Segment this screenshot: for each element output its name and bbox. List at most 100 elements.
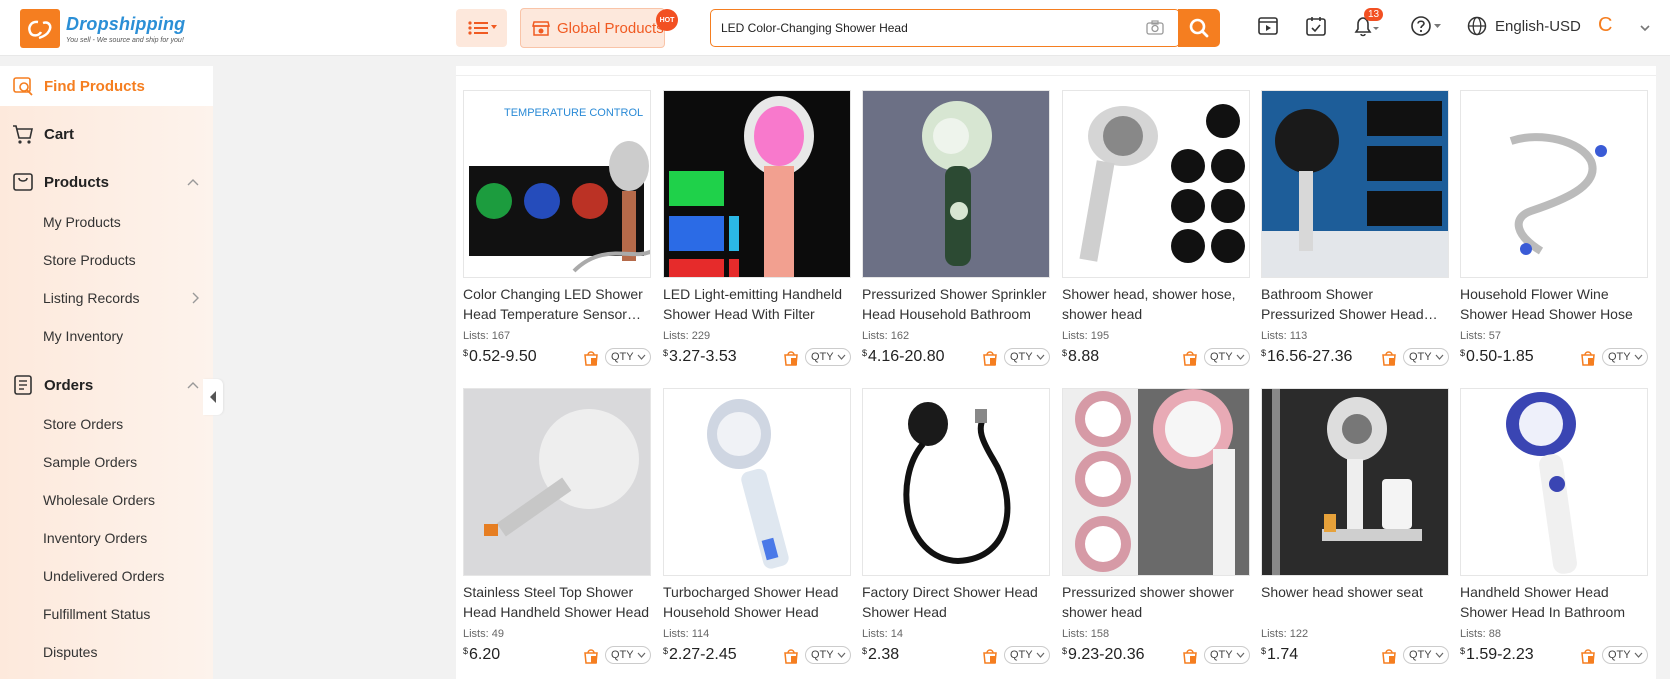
product-image[interactable]: [1460, 90, 1648, 278]
add-to-cart-icon[interactable]: [982, 350, 998, 366]
product-card[interactable]: Shower head, shower hose, shower head Li…: [1062, 90, 1250, 368]
sidebar-item-fulfillment-status[interactable]: Fulfillment Status: [0, 599, 213, 629]
add-to-cart-icon[interactable]: [1182, 648, 1198, 664]
product-title[interactable]: Pressurized Shower Sprinkler Head Househ…: [862, 284, 1050, 324]
global-products-button[interactable]: Global Products: [520, 8, 665, 48]
product-card[interactable]: Bathroom Shower Pressurized Shower Head …: [1261, 90, 1449, 368]
sidebar-item-my-inventory[interactable]: My Inventory: [0, 321, 213, 351]
qty-selector[interactable]: QTY: [1403, 646, 1449, 664]
sidebar-item-disputes[interactable]: Disputes: [0, 637, 213, 667]
sidebar-item-store-products[interactable]: Store Products: [0, 245, 213, 275]
product-image[interactable]: [1062, 388, 1250, 576]
product-image[interactable]: [663, 90, 851, 278]
search-button[interactable]: [1178, 9, 1220, 47]
product-title[interactable]: Turbocharged Shower Head Household Showe…: [663, 582, 851, 622]
add-to-cart-icon[interactable]: [1381, 648, 1397, 664]
product-card[interactable]: Turbocharged Shower Head Household Showe…: [663, 388, 851, 666]
product-card[interactable]: TEMPERATURE CONTROL Color Changing LED S…: [463, 90, 651, 368]
add-to-cart-icon[interactable]: [1381, 350, 1397, 366]
product-image[interactable]: TEMPERATURE CONTROL: [463, 90, 651, 278]
qty-selector[interactable]: QTY: [1602, 348, 1648, 366]
product-card[interactable]: Factory Direct Shower Head Shower Head L…: [862, 388, 1050, 666]
add-to-cart-icon[interactable]: [783, 648, 799, 664]
qty-selector[interactable]: QTY: [805, 348, 851, 366]
product-title[interactable]: Color Changing LED Shower Head Temperatu…: [463, 284, 651, 324]
product-image[interactable]: [1261, 388, 1449, 576]
globe-icon: [1467, 16, 1487, 36]
add-to-cart-icon[interactable]: [1580, 648, 1596, 664]
qty-selector[interactable]: QTY: [1403, 348, 1449, 366]
qty-selector[interactable]: QTY: [1004, 646, 1050, 664]
calendar-check-icon[interactable]: [1305, 15, 1327, 37]
sidebar-item-products[interactable]: Products: [0, 162, 213, 202]
language-selector[interactable]: English-USD: [1467, 16, 1581, 36]
product-title[interactable]: Pressurized shower shower shower head: [1062, 582, 1250, 622]
sidebar: Find Products Cart Products My Products …: [0, 66, 213, 679]
product-title[interactable]: Household Flower Wine Shower Head Shower…: [1460, 284, 1648, 324]
qty-selector[interactable]: QTY: [1204, 348, 1250, 366]
product-image[interactable]: [862, 90, 1050, 278]
product-image[interactable]: [1460, 388, 1648, 576]
caret-left-icon: [210, 391, 216, 403]
sidebar-item-find-products[interactable]: Find Products: [0, 66, 213, 106]
product-card[interactable]: Stainless Steel Top Shower Head Handheld…: [463, 388, 651, 666]
help-icon[interactable]: [1410, 15, 1444, 37]
category-menu-button[interactable]: [456, 9, 507, 47]
product-title[interactable]: Handheld Shower Head Shower Head In Bath…: [1460, 582, 1648, 622]
camera-search-icon[interactable]: [1145, 19, 1165, 37]
video-icon[interactable]: [1257, 15, 1279, 37]
product-card[interactable]: LED Light-emitting Handheld Shower Head …: [663, 90, 851, 368]
product-image[interactable]: [663, 388, 851, 576]
sidebar-item-my-products[interactable]: My Products: [0, 207, 213, 237]
qty-selector[interactable]: QTY: [605, 348, 651, 366]
qty-selector[interactable]: QTY: [1004, 348, 1050, 366]
sidebar-label-find-products: Find Products: [44, 77, 145, 95]
chevron-down-icon: [637, 652, 646, 658]
add-to-cart-icon[interactable]: [783, 350, 799, 366]
qty-selector[interactable]: QTY: [1204, 646, 1250, 664]
sidebar-item-store-orders[interactable]: Store Orders: [0, 409, 213, 439]
add-to-cart-icon[interactable]: [982, 648, 998, 664]
product-image[interactable]: [463, 388, 651, 576]
product-card[interactable]: Household Flower Wine Shower Head Shower…: [1460, 90, 1648, 368]
product-image[interactable]: [1261, 90, 1449, 278]
qty-selector[interactable]: QTY: [1602, 646, 1648, 664]
logo[interactable]: Dropshipping You sell - We source and sh…: [20, 9, 185, 48]
sidebar-item-undelivered-orders[interactable]: Undelivered Orders: [0, 561, 213, 591]
product-title[interactable]: Shower head, shower hose, shower head: [1062, 284, 1250, 324]
sidebar-item-orders[interactable]: Orders: [0, 365, 213, 405]
avatar[interactable]: C: [1598, 14, 1612, 37]
sidebar-item-sample-orders[interactable]: Sample Orders: [0, 447, 213, 477]
product-card[interactable]: Pressurized Shower Sprinkler Head Househ…: [862, 90, 1050, 368]
sidebar-item-inventory-orders[interactable]: Inventory Orders: [0, 523, 213, 553]
chevron-down-icon: [1036, 354, 1045, 360]
add-to-cart-icon[interactable]: [1580, 350, 1596, 366]
add-to-cart-icon[interactable]: [583, 350, 599, 366]
sidebar-collapse-button[interactable]: [203, 379, 223, 415]
bag-icon: [13, 173, 33, 191]
search-input[interactable]: [721, 10, 1141, 46]
product-lists-count: Lists: 162: [862, 330, 910, 342]
product-title[interactable]: Factory Direct Shower Head Shower Head: [862, 582, 1050, 622]
add-to-cart-icon[interactable]: [1182, 350, 1198, 366]
product-title[interactable]: Shower head shower seat: [1261, 582, 1449, 622]
product-title[interactable]: Stainless Steel Top Shower Head Handheld…: [463, 582, 651, 622]
qty-selector[interactable]: QTY: [805, 646, 851, 664]
product-card[interactable]: Handheld Shower Head Shower Head In Bath…: [1460, 388, 1648, 666]
search-icon: [1189, 18, 1209, 38]
chevron-down-icon[interactable]: [1640, 25, 1650, 32]
logo-mark-icon: [20, 9, 60, 48]
qty-selector[interactable]: QTY: [605, 646, 651, 664]
product-card[interactable]: Shower head shower seat Lists: 122 $1.74…: [1261, 388, 1449, 666]
sidebar-item-cart[interactable]: Cart: [0, 114, 213, 154]
add-to-cart-icon[interactable]: [583, 648, 599, 664]
sidebar-item-wholesale-orders[interactable]: Wholesale Orders: [0, 485, 213, 515]
sidebar-item-listing-records[interactable]: Listing Records: [0, 283, 213, 313]
product-lists-count: Lists: 49: [463, 628, 504, 640]
chevron-down-icon: [1236, 652, 1245, 658]
product-title[interactable]: LED Light-emitting Handheld Shower Head …: [663, 284, 851, 324]
product-image[interactable]: [1062, 90, 1250, 278]
product-card[interactable]: Pressurized shower shower shower head Li…: [1062, 388, 1250, 666]
product-image[interactable]: [862, 388, 1050, 576]
product-title[interactable]: Bathroom Shower Pressurized Shower Head …: [1261, 284, 1449, 324]
